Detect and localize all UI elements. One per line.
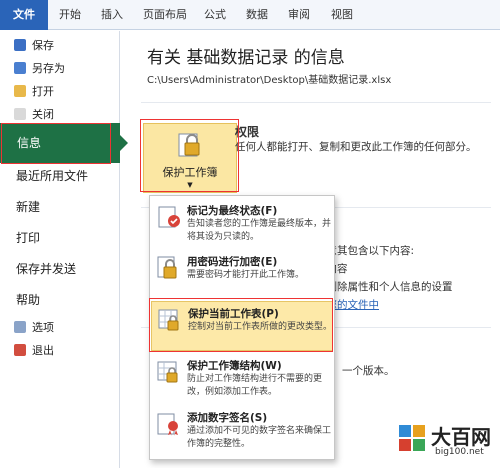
exit-icon	[14, 344, 26, 356]
encrypt-password-item[interactable]: 用密码进行加密(E) 需要密码才能打开此工作簿。	[151, 250, 333, 300]
tab-home[interactable]: 开始	[59, 0, 81, 30]
watermark-logo-icon	[399, 425, 425, 451]
open-menu-item[interactable]: 打开	[14, 81, 54, 101]
sheet-highlight-box	[149, 298, 333, 352]
watermark-url: big100.net	[435, 447, 484, 457]
lock-icon	[157, 256, 177, 279]
tab-review[interactable]: 审阅	[288, 0, 310, 30]
save-as-icon	[14, 62, 26, 74]
tab-page-layout[interactable]: 页面布局	[143, 0, 187, 30]
backstage-sidebar: 保存 另存为 打开 关闭 信息 最近所用文件 新建 打印 保存并发送 帮助 选项…	[0, 31, 128, 468]
protect-highlight-box	[140, 119, 239, 192]
permissions-description: 任何人都能打开、复制和更改此工作簿的任何部分。	[235, 141, 477, 153]
sidebar-item-save-send[interactable]: 保存并发送	[16, 260, 76, 277]
mark-as-final-item[interactable]: 标记为最终状态(F) 告知读者您的工作簿是最终版本，并将其设为只读的。	[151, 199, 333, 249]
tab-formulas[interactable]: 公式	[204, 0, 226, 30]
save-menu-item[interactable]: 保存	[14, 35, 54, 55]
page-title: 有关 基础数据记录 的信息	[147, 48, 345, 68]
inspect-text: 动删除属性和个人信息的设置	[316, 281, 453, 293]
watermark-text: 大百网	[431, 425, 491, 449]
save-icon	[14, 39, 26, 51]
tab-insert[interactable]: 插入	[101, 0, 123, 30]
tab-view[interactable]: 视图	[331, 0, 353, 30]
ribbon-tab-bar: 文件 开始 插入 页面布局 公式 数据 审阅 视图	[0, 0, 500, 30]
watermark: 大百网 big100.net	[395, 415, 500, 468]
protect-structure-item[interactable]: 保护工作簿结构(W) 防止对工作簿结构进行不需要的更改，例如添加工作表。	[151, 354, 333, 404]
protect-structure-icon	[157, 361, 178, 383]
close-menu-item[interactable]: 关闭	[14, 104, 54, 124]
tab-data[interactable]: 数据	[246, 0, 268, 30]
options-icon	[14, 321, 26, 333]
folder-icon	[14, 85, 26, 97]
sidebar-item-print[interactable]: 打印	[16, 229, 40, 246]
sidebar-item-new[interactable]: 新建	[16, 198, 40, 215]
digital-signature-icon	[157, 413, 178, 436]
divider	[141, 102, 491, 103]
file-path: C:\Users\Administrator\Desktop\基础数据记录.xl…	[147, 75, 392, 86]
tab-file[interactable]: 文件	[0, 0, 48, 30]
save-as-menu-item[interactable]: 另存为	[14, 58, 65, 78]
sidebar-item-help[interactable]: 帮助	[16, 291, 40, 308]
exit-menu-item[interactable]: 退出	[14, 340, 54, 360]
sidebar-item-recent[interactable]: 最近所用文件	[16, 167, 88, 184]
options-menu-item[interactable]: 选项	[14, 317, 54, 337]
close-icon	[14, 108, 26, 120]
info-highlight-box	[1, 123, 111, 164]
mark-final-icon	[158, 206, 180, 228]
add-signature-item[interactable]: 添加数字签名(S) 通过添加不可见的数字签名来确保工作簿的完整性。	[151, 406, 333, 456]
versions-text: 一个版本。	[342, 365, 395, 377]
